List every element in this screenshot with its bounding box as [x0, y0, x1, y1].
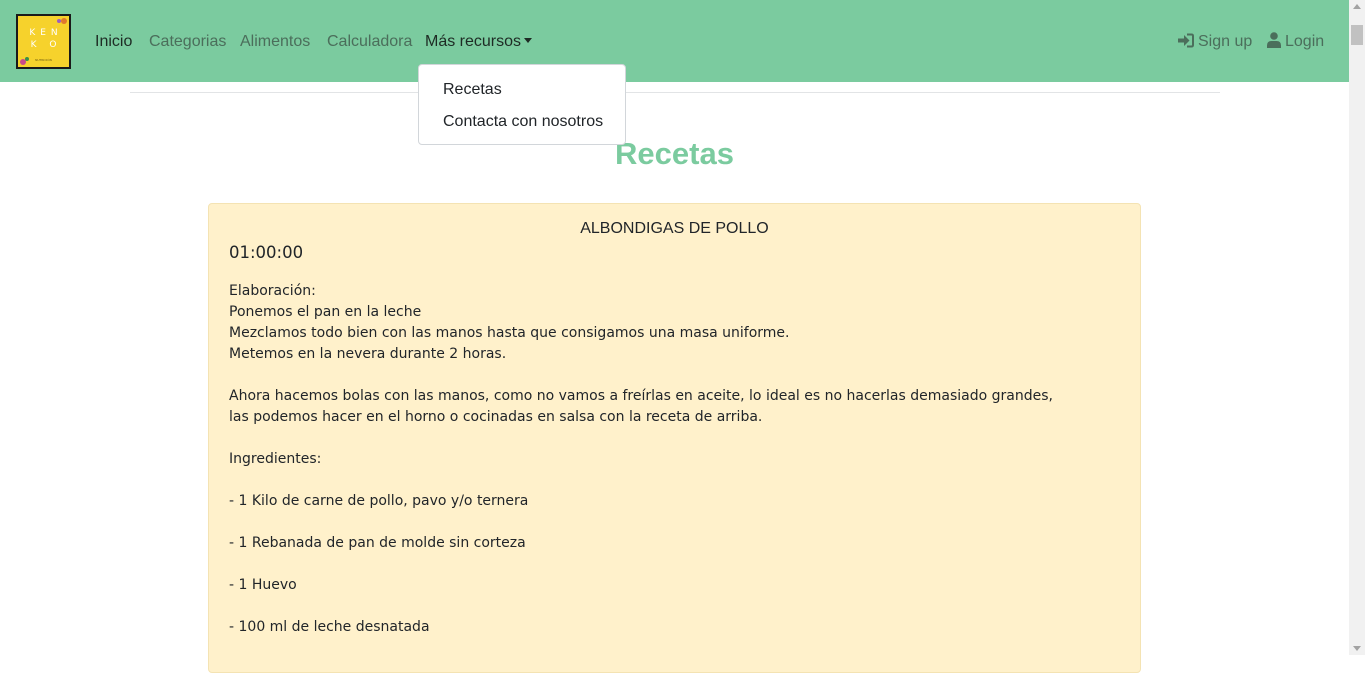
recipe-line: Elaboración:: [229, 283, 316, 299]
recipe-line: Mezclamos todo bien con las manos hasta …: [229, 325, 790, 341]
nav-inicio[interactable]: Inicio: [95, 31, 132, 53]
recipe-time: 01:00:00: [229, 243, 304, 262]
logo-flower-decoration: [57, 19, 61, 23]
recipe-title: ALBONDIGAS DE POLLO: [580, 220, 769, 237]
recipe-description: Elaboración: Ponemos el pan en la leche …: [229, 281, 1053, 638]
signup-link[interactable]: Sign up: [1177, 31, 1252, 55]
mas-recursos-dropdown-menu: Recetas Contacta con nosotros: [418, 64, 626, 145]
logo-text-bottom: K O: [30, 40, 62, 50]
sign-in-icon: [1177, 33, 1194, 55]
divider: [130, 92, 1220, 93]
nav-categorias[interactable]: Categorias: [149, 31, 226, 53]
logo-flower-decoration: [25, 57, 29, 61]
signup-label: Sign up: [1198, 33, 1253, 50]
recipe-line: [229, 365, 1053, 386]
recipe-line: - 1 Kilo de carne de pollo, pavo y/o ter…: [229, 493, 529, 509]
user-icon: [1267, 32, 1281, 55]
vertical-scrollbar[interactable]: [1349, 0, 1365, 655]
page-title: Recetas: [615, 136, 734, 171]
recipe-line: [229, 596, 1053, 617]
nav-calculadora[interactable]: Calculadora: [327, 31, 412, 53]
login-link[interactable]: Login: [1267, 31, 1324, 55]
nav-alimentos[interactable]: Alimentos: [240, 31, 310, 53]
login-label: Login: [1285, 33, 1325, 50]
scroll-down-arrow-icon[interactable]: [1353, 646, 1361, 651]
recipe-card: ALBONDIGAS DE POLLO 01:00:00 Elaboración…: [208, 203, 1141, 673]
recipe-line: [229, 428, 1053, 449]
recipe-line: - 100 ml de leche desnatada: [229, 619, 430, 635]
recipe-line: - 1 Rebanada de pan de molde sin corteza: [229, 535, 526, 551]
recipe-line: Ingredientes:: [229, 451, 322, 467]
caret-down-icon: [524, 38, 533, 43]
scrollbar-thumb[interactable]: [1351, 25, 1363, 45]
navbar: KEN K O NUTRICIÓN Inicio Categorias Alim…: [0, 0, 1349, 82]
recipe-line: [229, 554, 1053, 575]
recipe-line: Metemos en la nevera durante 2 horas.: [229, 346, 507, 362]
recipe-line: [229, 512, 1053, 533]
dropdown-item-contacta[interactable]: Contacta con nosotros: [443, 112, 603, 132]
dropdown-item-recetas[interactable]: Recetas: [443, 80, 502, 100]
logo-flower-decoration: [61, 18, 67, 24]
nav-mas-recursos-label: Más recursos: [425, 33, 522, 50]
recipe-line: Ponemos el pan en la leche: [229, 304, 422, 320]
recipe-line: Ahora hacemos bolas con las manos, como …: [229, 388, 1053, 404]
recipe-line: [229, 470, 1053, 491]
logo-text-top: KEN: [29, 28, 63, 38]
recipe-line: - 1 Huevo: [229, 577, 297, 593]
kenko-logo[interactable]: KEN K O NUTRICIÓN: [16, 14, 71, 69]
nav-mas-recursos-toggle[interactable]: Más recursos: [425, 31, 533, 53]
recipe-line: las podemos hacer en el horno o cocinada…: [229, 409, 763, 425]
scroll-up-arrow-icon[interactable]: [1353, 4, 1361, 9]
